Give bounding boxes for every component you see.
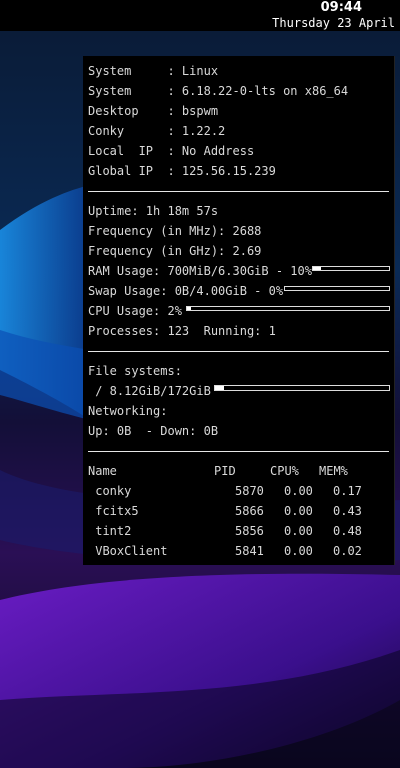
filesystems-heading: File systems:: [88, 364, 182, 378]
column-header-name: Name: [88, 464, 117, 478]
ram-usage-fill: [313, 267, 321, 270]
process-mem: 0.48: [333, 524, 362, 538]
process-pid: 5841: [235, 544, 264, 558]
process-name: tint2: [88, 524, 132, 538]
divider: [88, 451, 389, 452]
process-cpu: 0.00: [284, 484, 313, 498]
process-mem: 0.17: [333, 484, 362, 498]
divider: [88, 191, 389, 192]
swap-usage-bar: [284, 286, 390, 291]
process-pid: 5856: [235, 524, 264, 538]
cpu-usage-bar: [186, 306, 390, 311]
clock-time: 09:44: [320, 0, 362, 15]
process-name: fcitx5: [88, 504, 139, 518]
frequency-mhz-label: Frequency (in MHz): 2688: [88, 224, 262, 238]
ram-usage-label: RAM Usage: 700MiB/6.30GiB - 10%: [88, 264, 312, 278]
column-header-pid: PID: [214, 464, 236, 478]
process-name: VBoxClient: [88, 544, 168, 558]
frequency-ghz-label: Frequency (in GHz): 2.69: [88, 244, 262, 258]
divider: [88, 351, 389, 352]
process-cpu: 0.00: [284, 544, 313, 558]
system-info-row: System : Linux: [88, 64, 219, 78]
process-name: conky: [88, 484, 132, 498]
system-info-row: Global IP : 125.56.15.239: [88, 164, 276, 178]
conky-panel: System : Linux System : 6.18.22-0-lts on…: [83, 56, 395, 565]
system-info-row: Local IP : No Address: [88, 144, 255, 158]
networking-heading: Networking:: [88, 404, 168, 418]
system-info-row: Conky : 1.22.2: [88, 124, 226, 138]
network-traffic-label: Up: 0B - Down: 0B: [88, 424, 219, 438]
process-cpu: 0.00: [284, 504, 313, 518]
clock-date: Thursday 23 April: [272, 16, 395, 30]
cpu-usage-fill: [187, 307, 192, 310]
root-filesystem-fill: [215, 386, 224, 390]
column-header-mem: MEM%: [319, 464, 348, 478]
processes-label: Processes: 123 Running: 1: [88, 324, 276, 338]
process-pid: 5870: [235, 484, 264, 498]
root-filesystem-bar: [214, 385, 390, 391]
column-header-cpu: CPU%: [270, 464, 299, 478]
ram-usage-bar: [312, 266, 390, 271]
process-cpu: 0.00: [284, 524, 313, 538]
uptime-label: Uptime: 1h 18m 57s: [88, 204, 219, 218]
process-mem: 0.02: [333, 544, 362, 558]
system-info-row: Desktop : bspwm: [88, 104, 219, 118]
top-panel: 09:44 Thursday 23 April: [0, 0, 400, 31]
root-filesystem-label: / 8.12GiB/172GiB: [88, 384, 211, 398]
system-info-row: System : 6.18.22-0-lts on x86_64: [88, 84, 349, 98]
swap-usage-label: Swap Usage: 0B/4.00GiB - 0%: [88, 284, 284, 298]
cpu-usage-label: CPU Usage: 2%: [88, 304, 182, 318]
process-mem: 0.43: [333, 504, 362, 518]
process-pid: 5866: [235, 504, 264, 518]
